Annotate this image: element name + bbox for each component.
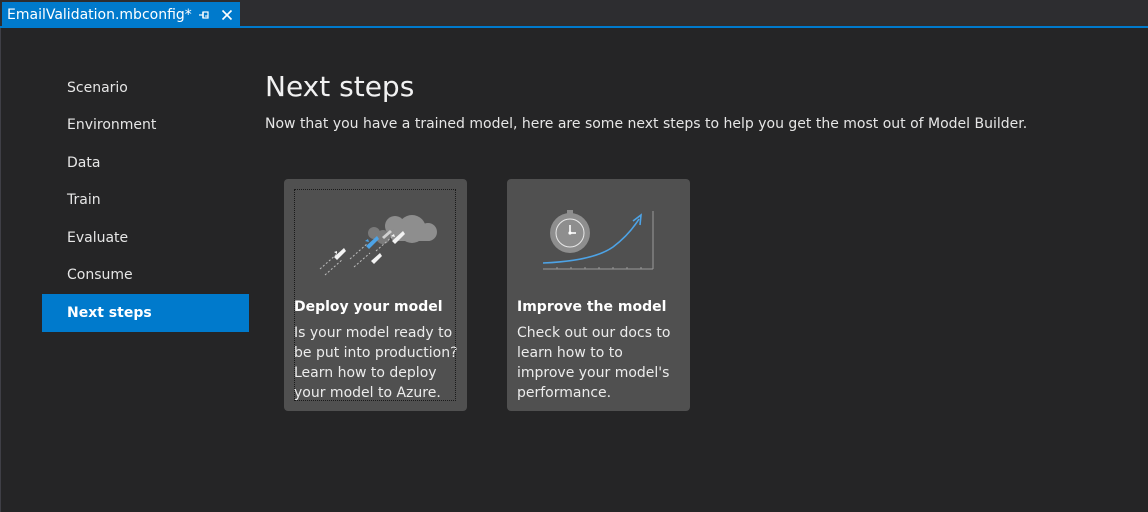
page-title: Next steps bbox=[265, 70, 415, 103]
nav-item-label: Environment bbox=[67, 117, 157, 134]
nav-item-consume[interactable]: Consume bbox=[42, 257, 249, 295]
nav-item-environment[interactable]: Environment bbox=[42, 107, 249, 145]
step-navigation: Scenario Environment Data Train Evaluate… bbox=[42, 69, 249, 332]
nav-item-scenario[interactable]: Scenario bbox=[42, 69, 249, 107]
model-builder-window: EmailValidation.mbconfig* Scenario Envir… bbox=[0, 0, 1148, 512]
nav-item-train[interactable]: Train bbox=[42, 182, 249, 220]
improve-model-card[interactable]: Improve the model Check out our docs to … bbox=[507, 179, 690, 411]
nav-item-label: Next steps bbox=[67, 304, 152, 321]
nav-item-next-steps[interactable]: Next steps bbox=[42, 294, 249, 332]
deploy-model-card[interactable]: Deploy your model Is your model ready to… bbox=[284, 179, 467, 411]
window-left-border bbox=[0, 28, 1, 512]
card-description: Check out our docs to learn how to to im… bbox=[517, 325, 671, 401]
nav-item-label: Consume bbox=[67, 267, 133, 284]
nav-item-label: Evaluate bbox=[67, 229, 129, 246]
document-tab-label: EmailValidation.mbconfig* bbox=[7, 6, 192, 23]
focus-indicator bbox=[294, 189, 456, 401]
pin-icon[interactable] bbox=[197, 8, 211, 22]
page-subtitle: Now that you have a trained model, here … bbox=[265, 116, 1028, 132]
nav-item-label: Data bbox=[67, 154, 101, 171]
nav-item-label: Scenario bbox=[67, 79, 128, 96]
close-icon[interactable] bbox=[220, 8, 234, 22]
nav-item-data[interactable]: Data bbox=[42, 144, 249, 182]
card-title: Improve the model bbox=[517, 299, 667, 315]
nav-item-label: Train bbox=[67, 192, 101, 209]
clock-growth-chart-icon bbox=[542, 210, 654, 270]
nav-item-evaluate[interactable]: Evaluate bbox=[42, 219, 249, 257]
document-tab[interactable]: EmailValidation.mbconfig* bbox=[2, 2, 240, 27]
